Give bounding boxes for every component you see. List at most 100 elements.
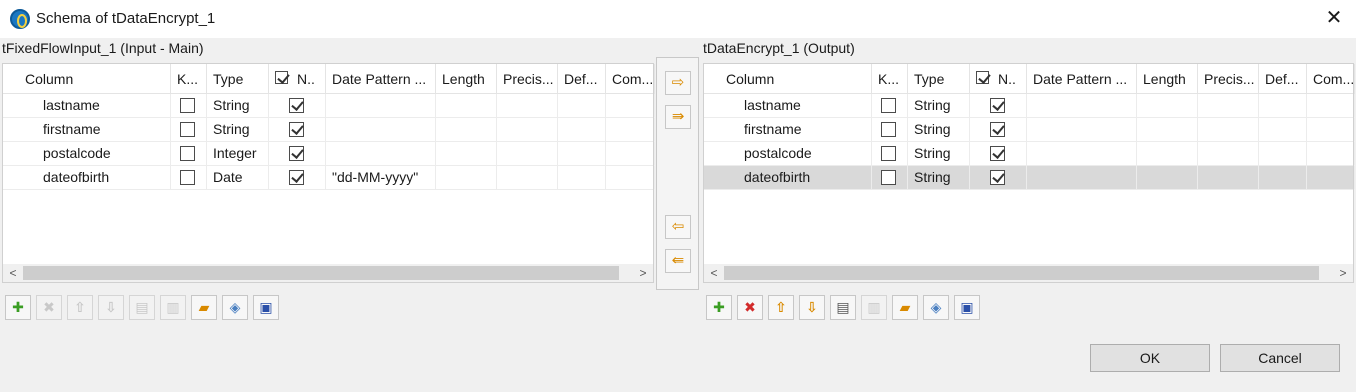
scrollbar-thumb[interactable] [724, 266, 1319, 280]
close-icon[interactable]: ✕ [1322, 6, 1346, 30]
empty-cell[interactable] [558, 166, 606, 189]
remove-icon[interactable]: ✖ [737, 295, 763, 320]
column-header[interactable]: Com... [606, 64, 655, 94]
nullable-checkbox[interactable] [990, 98, 1005, 113]
empty-cell[interactable] [606, 94, 655, 117]
key-checkbox[interactable] [881, 170, 896, 185]
empty-cell[interactable] [497, 142, 558, 165]
nullable-checkbox[interactable] [990, 122, 1005, 137]
copy-all-right-icon[interactable]: ⇛ [665, 105, 691, 129]
empty-cell[interactable] [436, 142, 497, 165]
table-row[interactable]: lastname String [3, 94, 655, 118]
date-pattern-cell[interactable] [1027, 166, 1137, 189]
empty-cell[interactable] [558, 118, 606, 141]
add-icon[interactable]: ✚ [5, 295, 31, 320]
column-name-cell[interactable]: lastname [720, 94, 872, 117]
nullable-header-checkbox[interactable] [976, 71, 989, 84]
empty-cell[interactable] [436, 118, 497, 141]
import-icon[interactable]: ▰ [191, 295, 217, 320]
nullable-header-checkbox[interactable] [275, 71, 288, 84]
empty-cell[interactable] [1198, 142, 1259, 165]
empty-cell[interactable] [1259, 166, 1307, 189]
column-header[interactable]: Date Pattern ... [326, 64, 436, 94]
paste-icon[interactable]: ▥ [160, 295, 186, 320]
empty-cell[interactable] [436, 94, 497, 117]
table-row[interactable]: postalcode Integer [3, 142, 655, 166]
copy-icon[interactable]: ▤ [830, 295, 856, 320]
empty-cell[interactable] [606, 166, 655, 189]
column-header[interactable]: Type [207, 64, 269, 94]
empty-cell[interactable] [606, 118, 655, 141]
export-icon[interactable]: ◈ [923, 295, 949, 320]
scroll-right-icon[interactable]: > [635, 264, 651, 282]
scrollbar-thumb[interactable] [23, 266, 619, 280]
paste-icon[interactable]: ▥ [861, 295, 887, 320]
empty-cell[interactable] [558, 142, 606, 165]
column-header[interactable]: K... [872, 64, 908, 94]
table-row[interactable]: lastname String [704, 94, 1355, 118]
scroll-left-icon[interactable]: < [5, 264, 21, 282]
column-header[interactable]: Com... [1307, 64, 1355, 94]
table-row[interactable]: postalcode String [704, 142, 1355, 166]
nullable-checkbox[interactable] [289, 122, 304, 137]
type-cell[interactable]: String [207, 94, 269, 117]
key-checkbox[interactable] [881, 122, 896, 137]
empty-cell[interactable] [1307, 118, 1355, 141]
table-row[interactable]: firstname String [3, 118, 655, 142]
column-header[interactable]: Column [19, 64, 171, 94]
column-name-cell[interactable]: dateofbirth [720, 166, 872, 189]
copy-all-left-icon[interactable]: ⇚ [665, 249, 691, 273]
empty-cell[interactable] [497, 118, 558, 141]
type-cell[interactable]: String [908, 118, 970, 141]
column-header[interactable]: K... [171, 64, 207, 94]
move-down-icon[interactable]: ⇩ [98, 295, 124, 320]
input-horizontal-scrollbar[interactable]: < > [3, 264, 653, 282]
column-name-cell[interactable]: dateofbirth [19, 166, 171, 189]
column-name-cell[interactable]: firstname [19, 118, 171, 141]
date-pattern-cell[interactable] [1027, 118, 1137, 141]
remove-icon[interactable]: ✖ [36, 295, 62, 320]
column-name-cell[interactable]: postalcode [720, 142, 872, 165]
cancel-button[interactable]: Cancel [1220, 344, 1340, 372]
nullable-checkbox[interactable] [289, 170, 304, 185]
key-checkbox[interactable] [180, 98, 195, 113]
copy-selected-left-icon[interactable]: ⇦ [665, 215, 691, 239]
save-icon[interactable]: ▣ [954, 295, 980, 320]
input-schema-table[interactable]: Column K... Type N.. Date Pattern ... Length P… [2, 63, 655, 283]
move-up-icon[interactable]: ⇧ [67, 295, 93, 320]
column-name-cell[interactable]: lastname [19, 94, 171, 117]
empty-cell[interactable] [1198, 166, 1259, 189]
empty-cell[interactable] [1259, 142, 1307, 165]
copy-selected-right-icon[interactable]: ⇨ [665, 71, 691, 95]
column-name-cell[interactable]: postalcode [19, 142, 171, 165]
empty-cell[interactable] [606, 142, 655, 165]
nullable-checkbox[interactable] [990, 170, 1005, 185]
date-pattern-cell[interactable] [326, 142, 436, 165]
nullable-checkbox[interactable] [990, 146, 1005, 161]
nullable-checkbox[interactable] [289, 146, 304, 161]
column-header[interactable]: Precis... [497, 64, 558, 94]
empty-cell[interactable] [436, 166, 497, 189]
column-header[interactable]: N.. [970, 64, 1027, 94]
column-name-cell[interactable]: firstname [720, 118, 872, 141]
table-row[interactable]: dateofbirth String [704, 166, 1355, 190]
move-up-icon[interactable]: ⇧ [768, 295, 794, 320]
empty-cell[interactable] [1307, 142, 1355, 165]
date-pattern-cell[interactable] [1027, 94, 1137, 117]
key-checkbox[interactable] [180, 170, 195, 185]
copy-icon[interactable]: ▤ [129, 295, 155, 320]
empty-cell[interactable] [1137, 94, 1198, 117]
nullable-checkbox[interactable] [289, 98, 304, 113]
add-icon[interactable]: ✚ [706, 295, 732, 320]
type-cell[interactable]: String [908, 142, 970, 165]
empty-cell[interactable] [1137, 166, 1198, 189]
empty-cell[interactable] [1259, 118, 1307, 141]
column-header[interactable]: Precis... [1198, 64, 1259, 94]
key-checkbox[interactable] [180, 146, 195, 161]
scroll-left-icon[interactable]: < [706, 264, 722, 282]
output-schema-table[interactable]: Column K... Type N.. Date Pattern ... Length P… [703, 63, 1355, 283]
date-pattern-cell[interactable]: "dd-MM-yyyy" [326, 166, 436, 189]
table-row[interactable]: dateofbirth Date "dd-MM-yyyy" [3, 166, 655, 190]
column-header[interactable]: Length [1137, 64, 1198, 94]
column-header[interactable]: Length [436, 64, 497, 94]
